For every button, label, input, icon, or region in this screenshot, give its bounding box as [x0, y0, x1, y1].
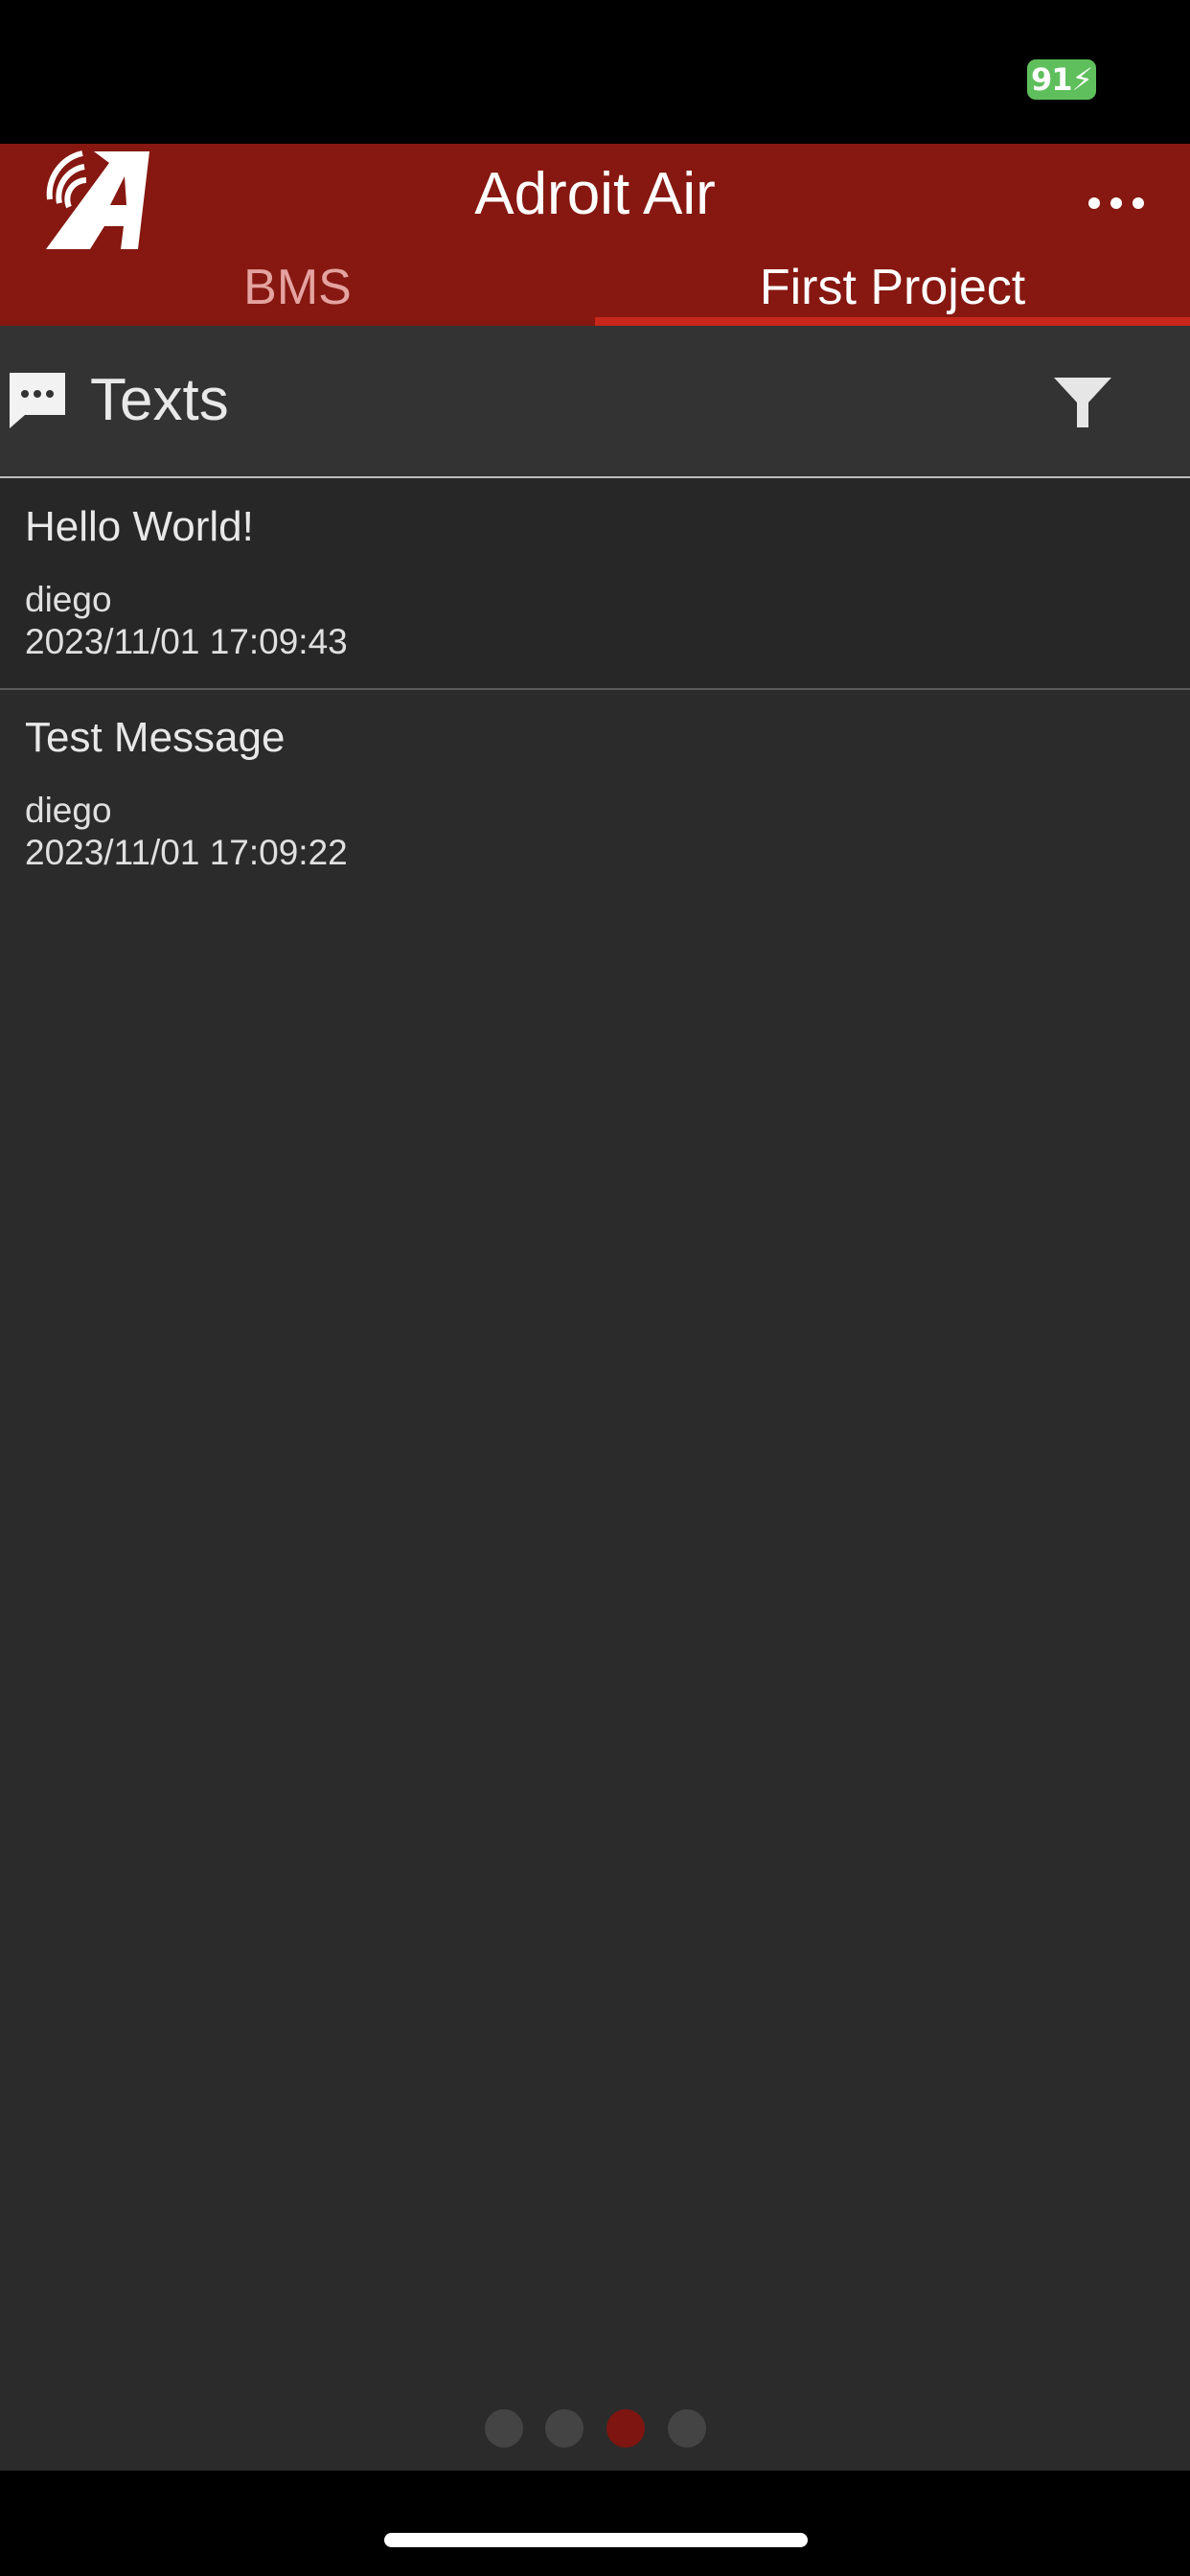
page-dot[interactable] [485, 2409, 523, 2448]
battery-level: 91 [1031, 61, 1073, 98]
message-item[interactable]: Test Message diego 2023/11/01 17:09:22 [0, 690, 1190, 901]
message-icon [10, 373, 65, 428]
page-dot[interactable] [545, 2409, 584, 2448]
more-dot-icon [1088, 197, 1100, 209]
section-divider [0, 476, 1190, 478]
charging-bolt-icon: ⚡ [1071, 61, 1093, 98]
message-item[interactable]: Hello World! diego 2023/11/01 17:09:43 [0, 479, 1190, 688]
message-author: diego [25, 791, 112, 830]
message-title: Test Message [25, 714, 286, 761]
more-dot-icon [1110, 197, 1122, 209]
app-screen: 91⚡ Adroit Air BMS First Project Texts H… [0, 0, 1190, 2576]
page-dot-active[interactable] [606, 2409, 645, 2448]
message-timestamp: 2023/11/01 17:09:22 [25, 833, 348, 872]
page-dot[interactable] [668, 2409, 706, 2448]
bottom-bar [0, 2471, 1190, 2576]
page-indicator [0, 2409, 1190, 2448]
battery-indicator: 91⚡ [1027, 59, 1096, 100]
tab-bms[interactable]: BMS [0, 251, 595, 326]
message-author: diego [25, 580, 112, 619]
message-timestamp: 2023/11/01 17:09:43 [25, 622, 348, 661]
status-bar: 91⚡ [0, 0, 1190, 144]
more-dot-icon [1133, 197, 1144, 209]
app-title: Adroit Air [474, 161, 716, 227]
message-title: Hello World! [25, 503, 254, 550]
more-options-button[interactable] [1083, 184, 1150, 222]
filter-icon[interactable] [1052, 376, 1113, 429]
active-tab-indicator [595, 317, 1190, 326]
home-indicator[interactable] [384, 2533, 808, 2547]
section-title: Texts [90, 367, 229, 433]
tab-first-project[interactable]: First Project [595, 251, 1190, 326]
